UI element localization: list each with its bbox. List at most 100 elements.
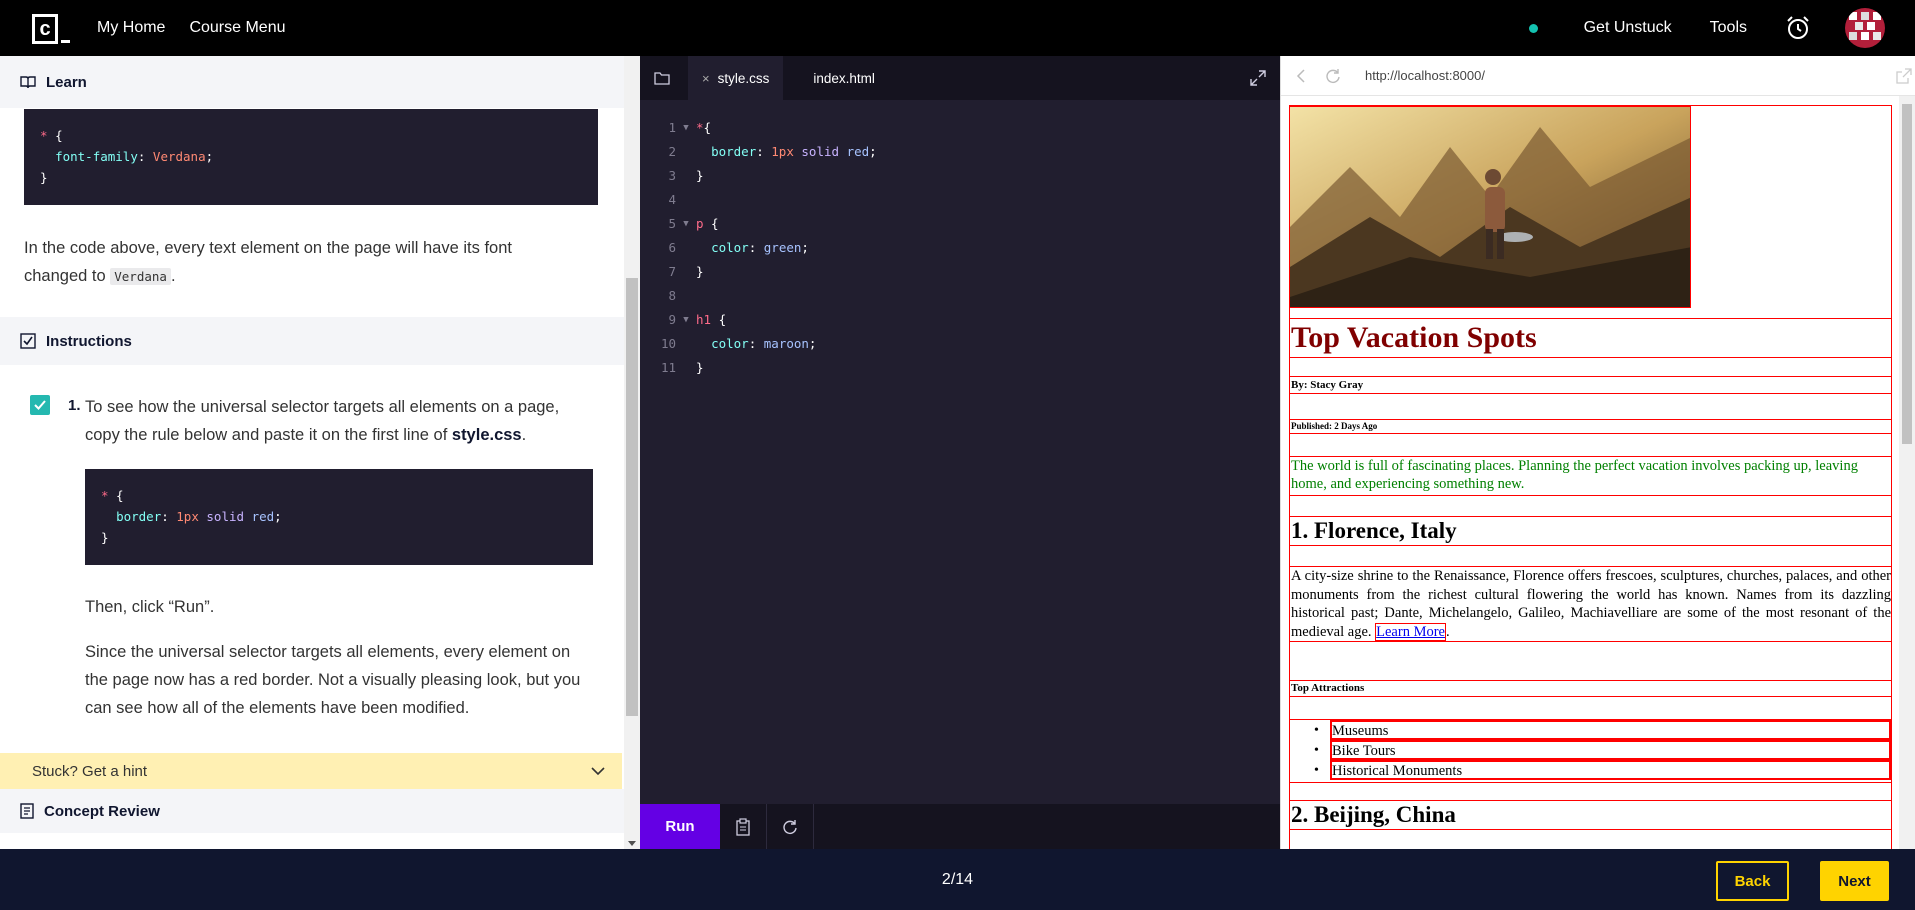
learn-scrollbar[interactable] [624, 56, 640, 849]
top-navbar: c My Home Course Menu Get Unstuck Tools [0, 0, 1915, 56]
page-title: Top Vacation Spots [1291, 321, 1537, 354]
tab-style-css[interactable]: × style.css [688, 56, 784, 100]
list-item: • Museums [1314, 720, 1891, 740]
code-line: * * {{ [40, 128, 63, 143]
step-instruction: To see how the universal selector target… [85, 393, 595, 449]
code-line: 7} [668, 264, 704, 279]
code-line: font-family: Verdana; [55, 149, 214, 164]
avatar[interactable] [1845, 8, 1885, 48]
concept-review-header[interactable]: Concept Review [0, 789, 624, 833]
copy-to-clipboard-button[interactable] [720, 804, 767, 849]
tab-index-html[interactable]: index.html [799, 56, 889, 100]
learn-paragraph: In the code above, every text element on… [24, 234, 564, 291]
codecademy-logo-icon[interactable]: c [32, 12, 72, 44]
published-date: Published: 2 Days Ago [1291, 421, 1378, 431]
book-icon [20, 76, 36, 89]
dest2-heading: 2. Beijing, China [1291, 802, 1456, 827]
scrollbar-thumb[interactable] [626, 278, 638, 716]
hint-label: Stuck? Get a hint [32, 762, 148, 780]
code-editor: × style.css index.html 1 ▼ *{ 2 border: 1p… [640, 56, 1280, 849]
instructions-section-header[interactable]: Instructions [0, 317, 624, 365]
code-line: 10 color: maroon; [660, 336, 817, 351]
code-line: 3} [668, 168, 704, 183]
code-line: 9 ▼ h1 { [668, 312, 727, 327]
expand-icon[interactable] [1250, 70, 1266, 86]
scroll-down-arrow-icon[interactable] [628, 841, 636, 846]
url-bar: http://localhost:8000/ [1281, 56, 1915, 96]
concept-review-heading: Concept Review [44, 802, 160, 820]
learn-section-header[interactable]: Learn [0, 56, 624, 108]
list-item: • Bike Tours [1314, 740, 1891, 760]
reset-code-button[interactable] [767, 804, 814, 849]
scrollbar-thumb[interactable] [1902, 104, 1912, 444]
dest1-paragraph: A city-size shrine to the Renaissance, F… [1290, 567, 1891, 641]
step-number: 1. [68, 397, 81, 414]
get-unstuck-button[interactable]: Get Unstuck [1584, 19, 1672, 37]
lesson-progress: 2/14 [941, 870, 974, 888]
back-button[interactable]: Back [1716, 861, 1789, 901]
footer-bar: 2/14 Back Next [0, 849, 1915, 910]
logo-letter: c [32, 14, 58, 44]
checkbox-outline-icon [20, 333, 36, 349]
code-line: 5 ▼ p { [668, 216, 719, 231]
attractions-list: • Museums • Bike Tours • Historical Monu… [1289, 719, 1892, 783]
dest1-heading-box: 1. Florence, Italy [1289, 516, 1892, 546]
close-tab-icon[interactable]: × [702, 71, 710, 86]
editor-toolbar: Run [640, 804, 1280, 849]
tools-button[interactable]: Tools [1710, 19, 1747, 37]
hint-bar[interactable]: Stuck? Get a hint [0, 753, 622, 789]
byline: By: Stacy Gray [1291, 379, 1364, 391]
external-link-icon[interactable] [1896, 68, 1912, 84]
document-icon [20, 803, 34, 819]
published-box: Published: 2 Days Ago [1289, 419, 1892, 434]
url-field[interactable]: http://localhost:8000/ [1365, 68, 1485, 83]
my-home-link[interactable]: My Home [97, 19, 165, 37]
list-item-text: Museums [1332, 723, 1389, 739]
code-area[interactable]: 1 ▼ *{ 2 border: 1px solid red; 3} 4 5 ▼ p {… [640, 116, 1280, 380]
code-line: 6 color: green; [668, 240, 809, 255]
para-text: . [170, 267, 176, 285]
code-line: 1 ▼ *{ [668, 120, 712, 135]
learn-more-link[interactable]: Learn More [1375, 622, 1446, 641]
editor-tabs: × style.css index.html [640, 56, 1280, 100]
reload-icon[interactable] [1325, 68, 1341, 84]
code-line: } [101, 530, 109, 545]
para-text: In the code above, every text element on… [24, 239, 512, 285]
code-line: 4 [668, 192, 676, 207]
chevron-down-icon [591, 767, 605, 776]
code-line: 11} [660, 360, 704, 375]
logo-underscore [61, 40, 70, 43]
list-item-text: Historical Monuments [1332, 763, 1463, 779]
tab-label: style.css [717, 70, 770, 86]
course-menu-link[interactable]: Course Menu [189, 19, 285, 37]
list-item-text: Bike Tours [1332, 743, 1396, 759]
dest2-heading-box: 2. Beijing, China [1289, 800, 1892, 830]
preview-scrollbar[interactable] [1899, 96, 1915, 849]
refresh-icon [783, 819, 797, 834]
code-line: } [40, 170, 48, 185]
tab-label: index.html [813, 70, 875, 86]
folder-icon[interactable] [654, 71, 670, 85]
alarm-clock-icon[interactable] [1785, 15, 1811, 41]
inline-code: Verdana [110, 268, 171, 285]
clipboard-icon [736, 817, 750, 836]
dest1-text-box: A city-size shrine to the Renaissance, F… [1289, 566, 1892, 642]
task-checkbox-icon[interactable] [30, 395, 50, 415]
code-line: 8 [668, 288, 676, 303]
example-code-block: * * {{ font-family: Verdana; } [24, 109, 598, 205]
list-item: • Historical Monuments [1314, 760, 1891, 780]
next-button[interactable]: Next [1820, 861, 1889, 901]
then-click-text: Then, click “Run”. [85, 598, 215, 616]
top-attractions-box: Top Attractions [1289, 680, 1892, 697]
instructions-heading: Instructions [46, 332, 132, 350]
browser-preview: http://localhost:8000/ Top Vacation Spot… [1280, 56, 1915, 849]
code-line: * { [101, 488, 124, 503]
dest1-text-end: . [1445, 623, 1450, 640]
hiker-mountain-image [1290, 107, 1690, 307]
back-arrow-icon[interactable] [1295, 68, 1307, 83]
intro-box: The world is full of fascinating places.… [1289, 456, 1892, 496]
code-line: border: 1px solid red; [116, 509, 282, 524]
run-button[interactable]: Run [640, 804, 720, 849]
top-attractions-heading: Top Attractions [1291, 682, 1365, 694]
learn-heading: Learn [46, 73, 87, 91]
